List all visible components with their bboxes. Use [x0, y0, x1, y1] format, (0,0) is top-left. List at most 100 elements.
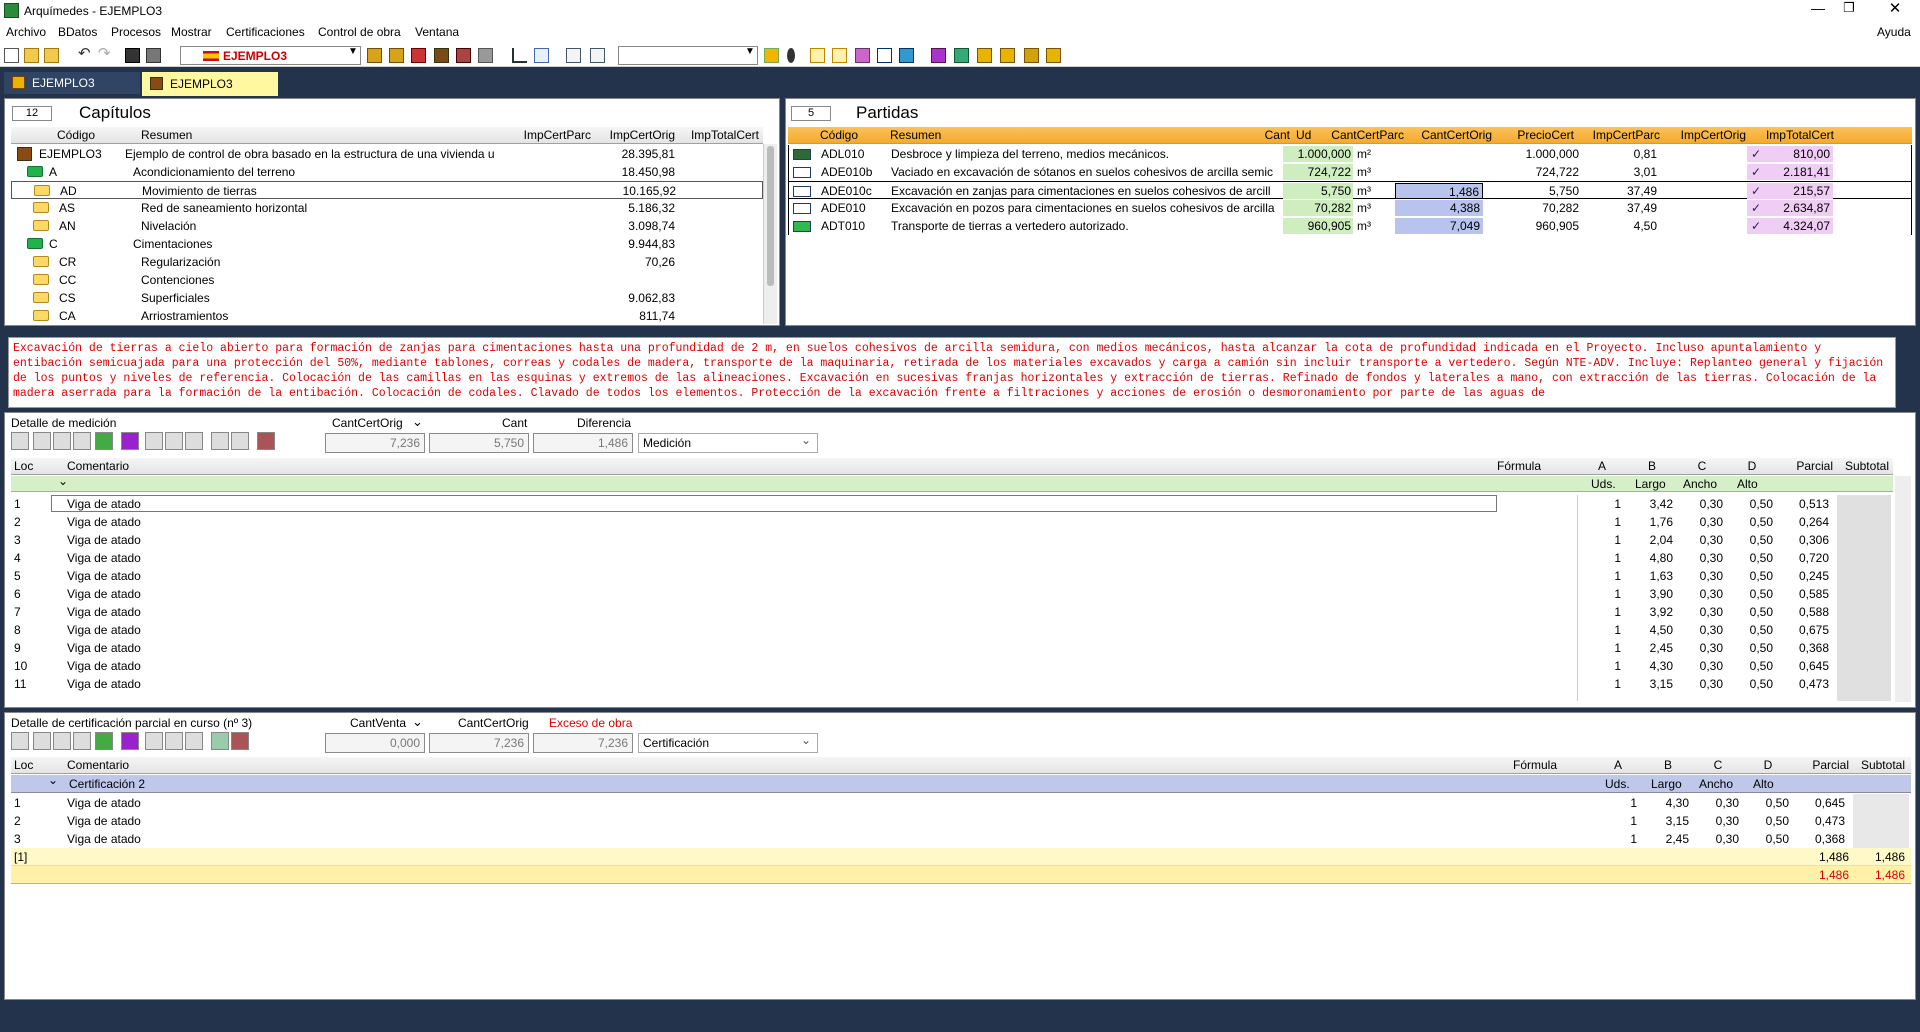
- medicion-line-row[interactable]: 1 Viga de atado 1 4,30 0,30 0,50 0,645: [11, 794, 1911, 812]
- certificacion-value-b[interactable]: 7,236: [429, 733, 529, 753]
- scroll-thumb[interactable]: [767, 146, 774, 286]
- medicion-line-row[interactable]: 11 Viga de atado 1 3,15 0,30 0,50 0,473: [11, 675, 1893, 693]
- new-file-icon[interactable]: [4, 48, 19, 63]
- menu-ayuda[interactable]: Ayuda: [1877, 25, 1911, 39]
- tool-icon-17[interactable]: [1024, 48, 1039, 63]
- col-codigo[interactable]: Código: [820, 127, 880, 144]
- partida-row[interactable]: ADL010 Desbroce y limpieza del terreno, m…: [788, 145, 1912, 163]
- tool-icon-9[interactable]: [832, 48, 847, 63]
- window-icon-2[interactable]: [590, 48, 605, 63]
- tool-icon-13[interactable]: [931, 48, 946, 63]
- medicion-scrollbar[interactable]: [1895, 476, 1911, 702]
- capitulo-row[interactable]: CR Regularización 70,26: [11, 253, 763, 271]
- tool-calc-icon[interactable]: [95, 432, 113, 450]
- chevron-down-icon[interactable]: ⌄: [58, 474, 68, 488]
- medicion-line-row[interactable]: 8 Viga de atado 1 4,50 0,30 0,50 0,675: [11, 621, 1893, 639]
- col-imptotalcert[interactable]: ImpTotalCert: [1748, 127, 1834, 144]
- tool-insert-icon[interactable]: [33, 732, 51, 750]
- capitulo-row[interactable]: CA Arriostramientos 811,74: [11, 307, 763, 325]
- menu-procesos[interactable]: Procesos: [111, 25, 161, 39]
- col-subtotal[interactable]: Subtotal: [1849, 757, 1905, 774]
- partida-row[interactable]: ADT010 Transporte de tierras a vertedero …: [788, 217, 1912, 235]
- capitulo-row[interactable]: EJEMPLO3 Ejemplo de control de obra basad…: [11, 145, 763, 163]
- open-folder-icon[interactable]: [24, 48, 39, 63]
- window-icon-1[interactable]: [566, 48, 581, 63]
- medicion-line-row[interactable]: 2 Viga de atado 1 3,15 0,30 0,50 0,473: [11, 812, 1911, 830]
- tool-icon-7[interactable]: [764, 48, 779, 63]
- medicion-value-c[interactable]: 1,486: [533, 433, 633, 453]
- tool-cert-icon[interactable]: [257, 432, 275, 450]
- col-comentario[interactable]: Comentario: [67, 757, 267, 774]
- copy-icon[interactable]: [165, 732, 183, 750]
- capitulo-row[interactable]: AS Red de saneamiento horizontal 5.186,32: [11, 199, 763, 217]
- partida-row[interactable]: ADE010 Excavación en pozos para cimentaci…: [788, 199, 1912, 217]
- tool-calc-icon[interactable]: [95, 732, 113, 750]
- certificacion-mode-select[interactable]: Certificación: [638, 731, 818, 753]
- tool-icon-4[interactable]: [434, 48, 449, 63]
- col-d[interactable]: D: [1727, 458, 1777, 475]
- certificacion-label-a[interactable]: CantVenta: [350, 716, 406, 730]
- menu-archivo[interactable]: Archivo: [6, 25, 46, 39]
- medicion-line-row[interactable]: 5 Viga de atado 1 1,63 0,30 0,50 0,245: [11, 567, 1893, 585]
- col-cantcertparc[interactable]: CantCertParc: [1318, 127, 1404, 144]
- col-a[interactable]: A: [1593, 757, 1643, 774]
- tool-icon-2[interactable]: [389, 48, 404, 63]
- medicion-label-a[interactable]: CantCertOrig: [332, 416, 403, 430]
- col-loc[interactable]: Loc: [14, 458, 44, 475]
- tool-export-icon[interactable]: [211, 432, 229, 450]
- tool-cert-green-icon[interactable]: [211, 732, 229, 750]
- close-icon[interactable]: ✕: [1880, 0, 1910, 17]
- capitulo-row[interactable]: AN Nivelación 3.098,74: [11, 217, 763, 235]
- capitulo-row[interactable]: CC Contenciones: [11, 271, 763, 289]
- col-impcertparc[interactable]: ImpCertParc: [511, 127, 591, 144]
- tool-icon-16[interactable]: [1000, 48, 1015, 63]
- capitulo-row[interactable]: CS Superficiales 9.062,83: [11, 289, 763, 307]
- pin-icon[interactable]: [787, 48, 795, 63]
- medicion-value-a[interactable]: 7,236: [325, 433, 425, 453]
- save-icon[interactable]: [125, 48, 140, 63]
- tool-icon-18[interactable]: [1046, 48, 1061, 63]
- col-subtotal[interactable]: Subtotal: [1833, 458, 1889, 475]
- project-combo[interactable]: EJEMPLO3 ▼: [180, 46, 361, 65]
- medicion-line-row[interactable]: 7 Viga de atado 1 3,92 0,30 0,50 0,588: [11, 603, 1893, 621]
- minimize-icon[interactable]: —: [1803, 0, 1833, 16]
- blank-combo[interactable]: ▼: [618, 46, 758, 65]
- col-c[interactable]: C: [1677, 458, 1727, 475]
- tool-icon-11[interactable]: [877, 48, 892, 63]
- paste-icon[interactable]: [185, 732, 203, 750]
- tab-ejemplo3-1[interactable]: EJEMPLO3: [4, 72, 140, 94]
- graph-icon[interactable]: [534, 48, 549, 63]
- open-recent-icon[interactable]: [44, 48, 59, 63]
- tool-delete-icon[interactable]: [53, 432, 71, 450]
- paste-icon[interactable]: [185, 432, 203, 450]
- col-impcertorig[interactable]: ImpCertOrig: [595, 127, 675, 144]
- tool-insert-icon[interactable]: [33, 432, 51, 450]
- tool-copy-icon[interactable]: [73, 432, 91, 450]
- capitulo-row[interactable]: C Cimentaciones 9.944,83: [11, 235, 763, 253]
- scissors-icon[interactable]: [145, 732, 163, 750]
- medicion-line-row[interactable]: 3 Viga de atado 1 2,45 0,30 0,50 0,368: [11, 830, 1911, 848]
- medicion-mode-select[interactable]: Medición: [638, 431, 818, 453]
- tool-icon-1[interactable]: [367, 48, 382, 63]
- col-comentario[interactable]: Comentario: [67, 458, 267, 475]
- col-cant[interactable]: Cant: [1208, 127, 1290, 144]
- chart-icon[interactable]: [512, 48, 527, 63]
- tool-icon-3[interactable]: [411, 48, 426, 63]
- description-text[interactable]: Excavación de tierras a cielo abierto pa…: [13, 341, 1891, 401]
- col-cantcertorig[interactable]: CantCertOrig: [1406, 127, 1492, 144]
- col-formula[interactable]: Fórmula: [1497, 458, 1557, 475]
- medicion-line-row[interactable]: 3 Viga de atado 1 2,04 0,30 0,50 0,306: [11, 531, 1893, 549]
- capitulo-row[interactable]: A Acondicionamiento del terreno 18.450,98: [11, 163, 763, 181]
- col-d[interactable]: D: [1743, 757, 1793, 774]
- capitulos-scrollbar[interactable]: [763, 144, 777, 324]
- tab-ejemplo3-2[interactable]: EJEMPLO3: [142, 72, 278, 96]
- copy-icon[interactable]: [165, 432, 183, 450]
- col-codigo[interactable]: Código: [57, 127, 127, 144]
- col-imptotalcert[interactable]: ImpTotalCert: [679, 127, 759, 144]
- print-icon[interactable]: [146, 48, 161, 63]
- col-resumen[interactable]: Resumen: [890, 127, 1190, 144]
- tool-cert-icon[interactable]: [231, 732, 249, 750]
- tool-icon-5[interactable]: [456, 48, 471, 63]
- tool-icon-6[interactable]: [478, 48, 493, 63]
- medicion-line-row[interactable]: 6 Viga de atado 1 3,90 0,30 0,50 0,585: [11, 585, 1893, 603]
